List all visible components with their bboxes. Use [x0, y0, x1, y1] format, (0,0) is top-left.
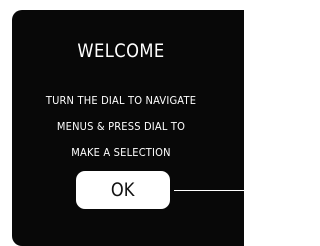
instruction-line-1: TURN THE DIAL TO NAVIGATE — [45, 94, 197, 107]
ok-button[interactable]: OK — [76, 171, 170, 209]
ok-button-label: OK — [111, 179, 135, 201]
instruction-line-3: MAKE A SELECTION — [71, 146, 171, 159]
welcome-screen: WELCOME TURN THE DIAL TO NAVIGATE MENUS … — [12, 10, 244, 246]
selection-pointer-line — [174, 190, 244, 191]
screen-title: WELCOME — [77, 40, 165, 62]
instruction-line-2: MENUS & PRESS DIAL TO — [56, 120, 186, 133]
